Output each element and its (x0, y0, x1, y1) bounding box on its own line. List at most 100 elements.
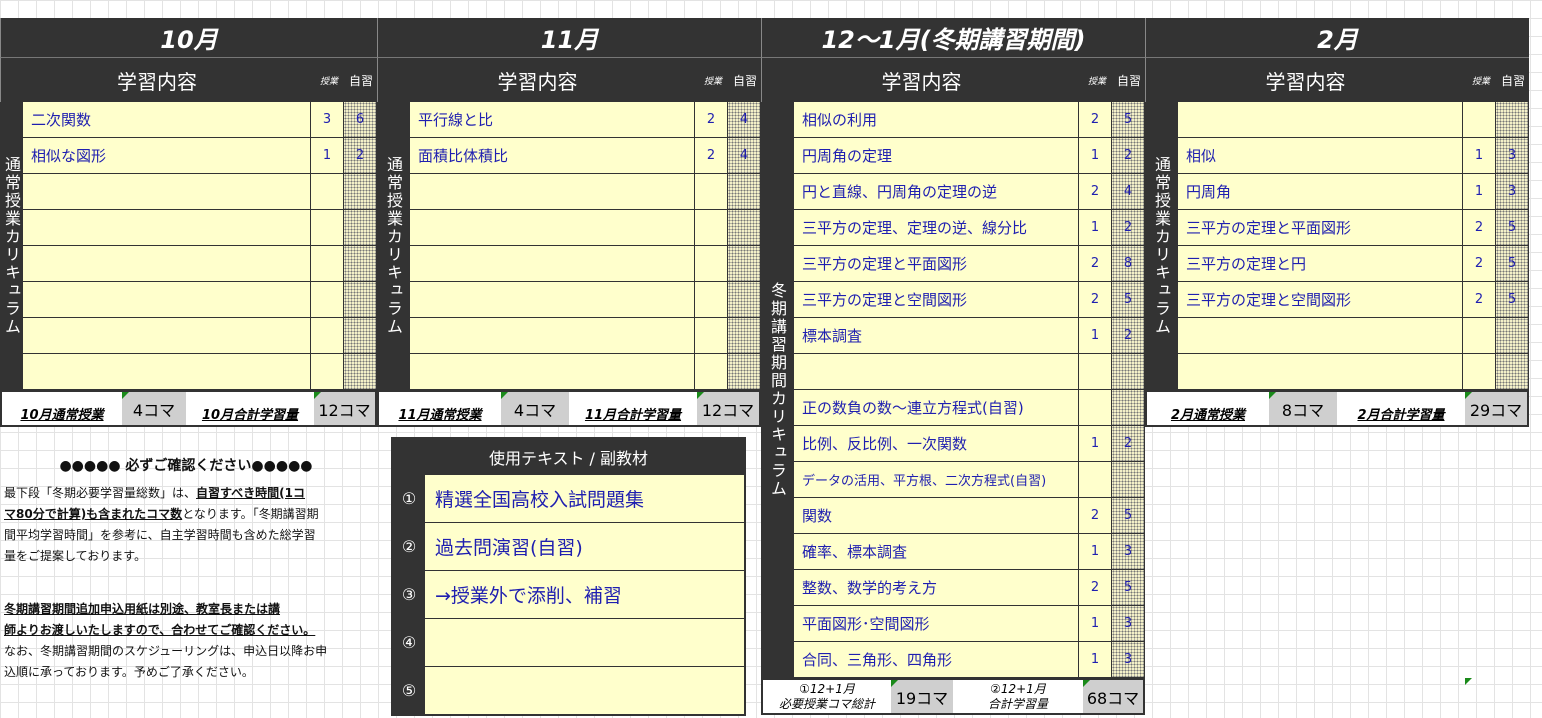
topic-cell[interactable]: 円と直線、円周角の定理の逆 (793, 174, 1079, 209)
self-study-cell[interactable] (1496, 102, 1529, 137)
lesson-count-cell[interactable]: 2 (1079, 570, 1112, 605)
nov-total-value[interactable]: 12コマ (697, 392, 759, 425)
oct-regular-value[interactable]: 4コマ (122, 392, 186, 425)
lesson-count-cell[interactable] (695, 174, 728, 209)
lesson-count-cell[interactable]: 1 (1079, 138, 1112, 173)
lesson-count-cell[interactable]: 2 (1463, 210, 1496, 245)
topic-cell[interactable]: 三平方の定理、定理の逆、線分比 (793, 210, 1079, 245)
self-study-cell[interactable]: 5 (1112, 102, 1145, 137)
lesson-count-cell[interactable] (311, 246, 344, 281)
self-study-cell[interactable]: 2 (1112, 426, 1145, 461)
lesson-count-cell[interactable]: 2 (695, 102, 728, 137)
self-study-cell[interactable] (728, 210, 761, 245)
self-study-cell[interactable]: 5 (1496, 210, 1529, 245)
lesson-count-cell[interactable] (311, 210, 344, 245)
self-study-cell[interactable] (1112, 354, 1145, 389)
topic-cell[interactable]: 相似 (1177, 138, 1463, 173)
nov-regular-value[interactable]: 4コマ (501, 392, 569, 425)
lesson-count-cell[interactable] (311, 318, 344, 353)
topic-cell[interactable]: 標本調査 (793, 318, 1079, 353)
textbook-title[interactable] (425, 619, 744, 666)
lesson-count-cell[interactable]: 1 (1079, 210, 1112, 245)
lesson-count-cell[interactable] (1079, 354, 1112, 389)
self-study-cell[interactable]: 5 (1112, 282, 1145, 317)
self-study-cell[interactable] (728, 174, 761, 209)
oct-total-value[interactable]: 12コマ (314, 392, 375, 425)
lesson-count-cell[interactable]: 1 (1463, 174, 1496, 209)
lesson-count-cell[interactable]: 2 (695, 138, 728, 173)
self-study-cell[interactable]: 3 (1112, 606, 1145, 641)
lesson-count-cell[interactable] (695, 354, 728, 389)
self-study-cell[interactable] (1496, 318, 1529, 353)
topic-cell[interactable]: 円周角 (1177, 174, 1463, 209)
topic-cell[interactable]: 三平方の定理と平面図形 (793, 246, 1079, 281)
topic-cell[interactable]: 整数、数学的考え方 (793, 570, 1079, 605)
lesson-count-cell[interactable]: 1 (1079, 318, 1112, 353)
self-study-cell[interactable]: 2 (1112, 318, 1145, 353)
self-study-cell[interactable] (728, 318, 761, 353)
topic-cell[interactable] (22, 174, 311, 209)
topic-cell[interactable] (22, 318, 311, 353)
self-study-cell[interactable]: 5 (1496, 246, 1529, 281)
textbook-title[interactable] (425, 667, 744, 714)
topic-cell[interactable] (22, 246, 311, 281)
self-study-cell[interactable]: 3 (1112, 534, 1145, 569)
self-study-cell[interactable] (1112, 462, 1145, 497)
textbook-title[interactable]: 過去問演習(自習) (425, 523, 744, 570)
winter-total-value[interactable]: 68コマ (1083, 680, 1143, 713)
topic-cell[interactable]: 二次関数 (22, 102, 311, 137)
lesson-count-cell[interactable] (695, 282, 728, 317)
topic-cell[interactable] (409, 246, 695, 281)
lesson-count-cell[interactable]: 1 (1079, 426, 1112, 461)
self-study-cell[interactable]: 3 (1112, 642, 1145, 677)
self-study-cell[interactable] (344, 246, 377, 281)
topic-cell[interactable] (1177, 102, 1463, 137)
lesson-count-cell[interactable] (1079, 390, 1112, 425)
self-study-cell[interactable]: 4 (728, 102, 761, 137)
self-study-cell[interactable] (1496, 354, 1529, 389)
lesson-count-cell[interactable]: 2 (1079, 498, 1112, 533)
self-study-cell[interactable]: 8 (1112, 246, 1145, 281)
topic-cell[interactable] (793, 354, 1079, 389)
self-study-cell[interactable]: 2 (1112, 210, 1145, 245)
topic-cell[interactable] (409, 174, 695, 209)
lesson-count-cell[interactable] (311, 354, 344, 389)
self-study-cell[interactable]: 5 (1112, 570, 1145, 605)
lesson-count-cell[interactable]: 1 (1463, 138, 1496, 173)
self-study-cell[interactable]: 6 (344, 102, 377, 137)
topic-cell[interactable]: 合同、三角形、四角形 (793, 642, 1079, 677)
topic-cell[interactable] (22, 354, 311, 389)
topic-cell[interactable]: 三平方の定理と空間図形 (1177, 282, 1463, 317)
lesson-count-cell[interactable] (1463, 354, 1496, 389)
topic-cell[interactable]: 平行線と比 (409, 102, 695, 137)
self-study-cell[interactable]: 5 (1496, 282, 1529, 317)
topic-cell[interactable] (409, 282, 695, 317)
topic-cell[interactable]: 相似の利用 (793, 102, 1079, 137)
topic-cell[interactable]: 平面図形･空間図形 (793, 606, 1079, 641)
self-study-cell[interactable]: 3 (1496, 174, 1529, 209)
topic-cell[interactable] (1177, 354, 1463, 389)
self-study-cell[interactable]: 5 (1112, 498, 1145, 533)
lesson-count-cell[interactable]: 2 (1079, 246, 1112, 281)
lesson-count-cell[interactable] (695, 318, 728, 353)
topic-cell[interactable]: 円周角の定理 (793, 138, 1079, 173)
self-study-cell[interactable] (344, 318, 377, 353)
lesson-count-cell[interactable]: 2 (1463, 282, 1496, 317)
lesson-count-cell[interactable] (695, 246, 728, 281)
lesson-count-cell[interactable] (1079, 462, 1112, 497)
topic-cell[interactable]: 関数 (793, 498, 1079, 533)
lesson-count-cell[interactable]: 1 (1079, 606, 1112, 641)
self-study-cell[interactable] (344, 174, 377, 209)
lesson-count-cell[interactable] (1463, 102, 1496, 137)
topic-cell[interactable] (409, 354, 695, 389)
textbook-title[interactable]: 精選全国高校入試問題集 (425, 475, 744, 522)
lesson-count-cell[interactable]: 2 (1079, 174, 1112, 209)
self-study-cell[interactable]: 3 (1496, 138, 1529, 173)
topic-cell[interactable]: 正の数負の数～連立方程式(自習) (793, 390, 1079, 425)
topic-cell[interactable]: 三平方の定理と円 (1177, 246, 1463, 281)
topic-cell[interactable] (409, 210, 695, 245)
self-study-cell[interactable] (344, 282, 377, 317)
lesson-count-cell[interactable]: 2 (1079, 282, 1112, 317)
topic-cell[interactable]: 比例、反比例、一次関数 (793, 426, 1079, 461)
topic-cell[interactable] (22, 282, 311, 317)
